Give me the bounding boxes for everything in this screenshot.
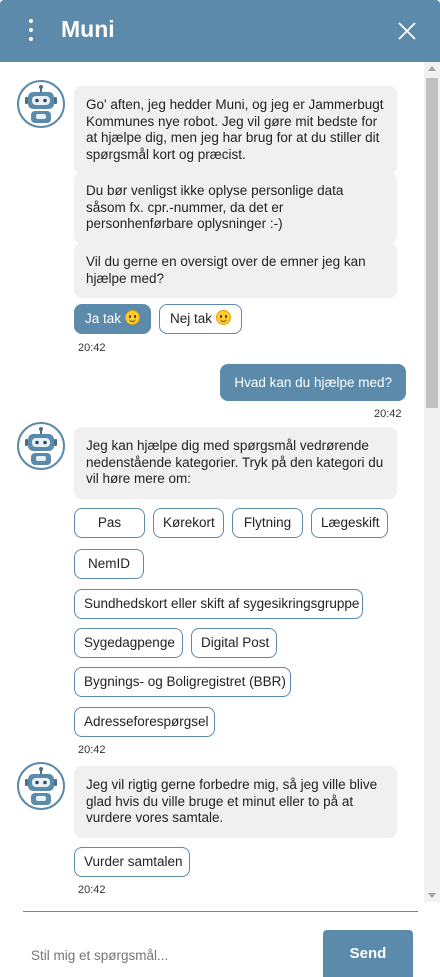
rate-conversation-button[interactable]: Vurder samtalen <box>74 847 190 877</box>
category-button-adresseforesporgsel[interactable]: Adresseforespørgsel <box>74 707 215 737</box>
category-button-flytning[interactable]: Flytning <box>232 508 303 538</box>
message-timestamp: 20:42 <box>374 408 402 420</box>
message-input[interactable] <box>31 948 311 963</box>
bot-avatar <box>17 80 65 128</box>
category-button-laegeskift[interactable]: Lægeskift <box>311 508 388 538</box>
bot-avatar <box>17 762 65 810</box>
category-button-bbr[interactable]: Bygnings- og Boligregistret (BBR) <box>74 667 291 697</box>
chat-header: Muni <box>0 0 440 62</box>
nej-tak-button[interactable]: Nej tak <box>159 304 242 334</box>
bot-message: Go' aften, jeg hedder Muni, og jeg er Ja… <box>74 86 397 174</box>
chat-scrollbar[interactable] <box>424 62 440 902</box>
scroll-down-arrow-icon[interactable] <box>428 893 436 898</box>
user-message: Hvad kan du hjælpe med? <box>220 364 406 401</box>
chat-title: Muni <box>61 16 115 42</box>
ja-tak-button[interactable]: Ja tak <box>74 304 151 334</box>
scroll-up-arrow-icon[interactable] <box>428 66 436 71</box>
message-timestamp: 20:42 <box>78 342 106 354</box>
category-button-sygedagpenge[interactable]: Sygedagpenge <box>74 628 183 658</box>
bot-message: Vil du gerne en oversigt over de emner j… <box>74 243 397 298</box>
message-timestamp: 20:42 <box>78 884 106 896</box>
message-timestamp: 20:42 <box>78 744 106 756</box>
close-icon[interactable] <box>395 19 419 43</box>
composer-divider <box>23 911 418 912</box>
smiley-icon <box>216 310 232 325</box>
bot-message: Jeg kan hjælpe dig med spørgsmål vedrøre… <box>74 427 397 499</box>
send-button[interactable]: Send <box>323 930 413 977</box>
category-button-sundhedskort[interactable]: Sundhedskort eller skift af sygesikrings… <box>74 589 363 619</box>
bot-avatar <box>17 422 65 470</box>
category-button-korekort[interactable]: Kørekort <box>153 508 224 538</box>
bot-message: Jeg vil rigtig gerne forbedre mig, så je… <box>74 766 397 838</box>
vertical-dots-icon[interactable] <box>21 16 41 46</box>
scroll-thumb[interactable] <box>426 78 438 408</box>
category-button-pas[interactable]: Pas <box>74 508 145 538</box>
smiley-icon <box>125 310 141 325</box>
category-button-digital-post[interactable]: Digital Post <box>191 628 277 658</box>
chat-messages[interactable]: Go' aften, jeg hedder Muni, og jeg er Ja… <box>0 62 424 902</box>
category-button-nemid[interactable]: NemID <box>74 549 144 579</box>
bot-message: Du bør venligst ikke oplyse personlige d… <box>74 172 397 244</box>
